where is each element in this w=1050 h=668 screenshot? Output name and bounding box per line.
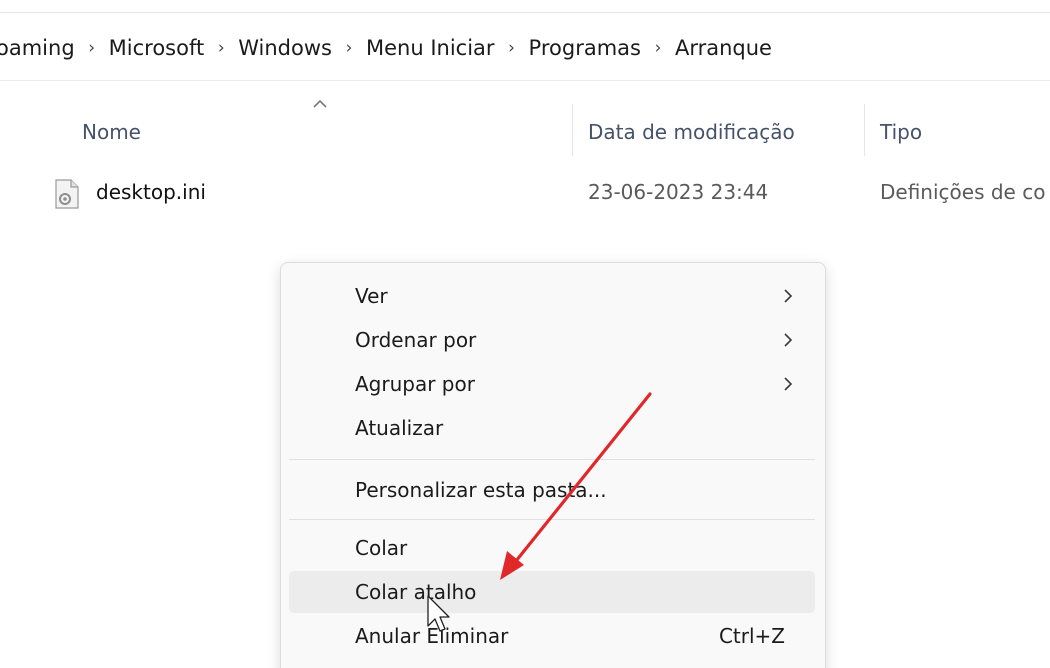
menu-item-colar[interactable]: Colar (289, 527, 815, 569)
settings-file-icon (55, 179, 79, 209)
file-name[interactable]: desktop.ini (96, 180, 206, 204)
chevron-right-icon (784, 377, 793, 391)
chevron-right-icon[interactable]: › (336, 38, 362, 58)
menu-item-ver[interactable]: Ver (289, 275, 815, 317)
breadcrumb-item-roaming[interactable]: oaming (0, 36, 79, 60)
context-menu: Ver Ordenar por Agrupar por Atualizar Pe… (280, 262, 826, 668)
chevron-right-icon (784, 333, 793, 347)
column-divider[interactable] (572, 104, 573, 156)
column-header-type[interactable]: Tipo (880, 112, 1050, 152)
menu-item-personalizar-esta-pasta[interactable]: Personalizar esta pasta... (289, 469, 815, 511)
breadcrumb-item-menu-iniciar[interactable]: Menu Iniciar (362, 36, 499, 60)
top-divider (0, 12, 1050, 13)
chevron-right-icon[interactable]: › (499, 38, 525, 58)
chevron-right-icon[interactable]: › (645, 38, 671, 58)
menu-item-agrupar-por[interactable]: Agrupar por (289, 363, 815, 405)
chevron-right-icon (784, 289, 793, 303)
breadcrumb-item-windows[interactable]: Windows (234, 36, 336, 60)
breadcrumb-item-programas[interactable]: Programas (525, 36, 645, 60)
menu-divider (289, 459, 815, 460)
breadcrumb-item-arranque[interactable]: Arranque (671, 36, 776, 60)
menu-item-label: Ordenar por (355, 328, 477, 352)
menu-item-anular-eliminar[interactable]: Anular Eliminar Ctrl+Z (289, 615, 815, 657)
menu-item-ordenar-por[interactable]: Ordenar por (289, 319, 815, 361)
menu-item-atualizar[interactable]: Atualizar (289, 407, 815, 449)
breadcrumb-item-microsoft[interactable]: Microsoft (105, 36, 209, 60)
breadcrumb: oaming › Microsoft › Windows › Menu Inic… (0, 30, 776, 66)
menu-divider (289, 519, 815, 520)
column-header-date-modified[interactable]: Data de modificação (588, 112, 858, 152)
file-type: Definições de co (880, 180, 1046, 204)
menu-item-label: Ver (355, 284, 388, 308)
menu-item-colar-atalho[interactable]: Colar atalho (289, 571, 815, 613)
chevron-right-icon[interactable]: › (208, 38, 234, 58)
column-divider[interactable] (864, 104, 865, 156)
file-row[interactable]: desktop.ini 23-06-2023 23:44 Definições … (0, 170, 1050, 218)
menu-item-label: Atualizar (355, 416, 444, 440)
file-explorer-window: oaming › Microsoft › Windows › Menu Inic… (0, 0, 1050, 668)
breadcrumb-divider (0, 80, 1050, 81)
sort-ascending-icon[interactable] (312, 98, 328, 110)
menu-item-label: Colar (355, 536, 408, 560)
menu-item-label: Anular Eliminar (355, 624, 509, 648)
menu-item-label: Personalizar esta pasta... (355, 478, 607, 502)
keyboard-shortcut: Ctrl+Z (718, 624, 785, 648)
file-date-modified: 23-06-2023 23:44 (588, 180, 769, 204)
menu-item-label: Agrupar por (355, 372, 475, 396)
menu-item-label: Colar atalho (355, 580, 477, 604)
column-header-name[interactable]: Nome (82, 112, 562, 152)
chevron-right-icon[interactable]: › (79, 38, 105, 58)
